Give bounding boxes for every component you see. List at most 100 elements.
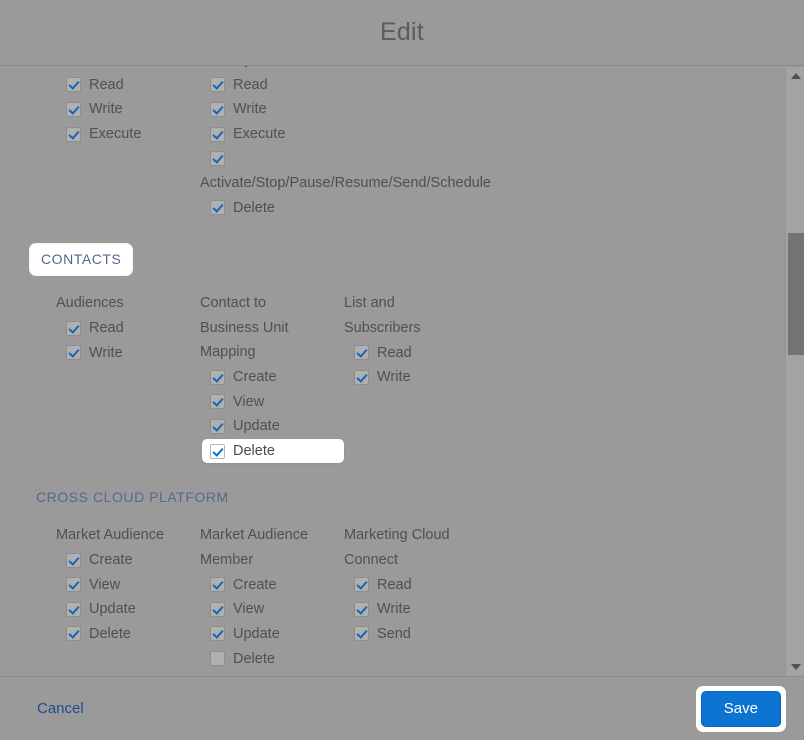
checkbox-journeys-write[interactable] bbox=[210, 101, 225, 117]
edit-permissions-modal: Edit Automations Read Write bbox=[0, 0, 804, 740]
column-header-list-and: List and bbox=[344, 295, 395, 312]
checkbox-mcc-write[interactable] bbox=[354, 601, 369, 617]
checkbox-row-market-audience-delete[interactable]: Delete bbox=[66, 622, 200, 647]
modal-footer: Cancel Save bbox=[0, 676, 804, 740]
checkbox-member-view[interactable] bbox=[210, 601, 225, 617]
column-automations: Automations Read Write Execute bbox=[56, 66, 200, 220]
checkbox-journeys-delete[interactable] bbox=[210, 200, 225, 216]
scrollbar-thumb[interactable] bbox=[788, 233, 804, 355]
column-header-member: Member bbox=[200, 551, 254, 568]
column-market-audience-member: Market Audience Member Create View Updat… bbox=[200, 523, 344, 671]
scroll-up-arrow-icon[interactable] bbox=[786, 67, 804, 85]
checkbox-row-member-delete[interactable]: Delete bbox=[210, 646, 344, 671]
cancel-button[interactable]: Cancel bbox=[18, 689, 103, 728]
scroll-down-arrow-icon[interactable] bbox=[786, 658, 804, 676]
checkbox-row-journeys-activate[interactable] bbox=[210, 146, 500, 171]
checkbox-label: Delete bbox=[233, 199, 275, 216]
checkbox-row-mapping-delete[interactable]: Delete bbox=[202, 438, 344, 464]
checkbox-row-mcc-read[interactable]: Read bbox=[354, 573, 488, 598]
checkbox-row-automations-write[interactable]: Write bbox=[66, 97, 200, 122]
checkbox-label: Create bbox=[233, 369, 277, 386]
vertical-scrollbar[interactable] bbox=[785, 67, 804, 676]
checkbox-mapping-create[interactable] bbox=[210, 369, 225, 385]
permissions-content: Automations Read Write Execute bbox=[0, 66, 786, 676]
checkbox-row-audiences-read[interactable]: Read bbox=[66, 316, 200, 341]
checkbox-row-list-read[interactable]: Read bbox=[354, 340, 488, 365]
checkbox-row-member-view[interactable]: View bbox=[210, 597, 344, 622]
checkbox-row-automations-execute[interactable]: Execute bbox=[66, 122, 200, 147]
checkbox-mapping-update[interactable] bbox=[210, 418, 225, 434]
checkbox-row-journeys-execute[interactable]: Execute bbox=[210, 122, 500, 147]
checkbox-label: Execute bbox=[233, 126, 286, 143]
column-contact-to-business-unit-mapping: Contact to Business Unit Mapping Create … bbox=[200, 291, 344, 464]
checkbox-row-member-create[interactable]: Create bbox=[210, 573, 344, 598]
checkbox-market-audience-create[interactable] bbox=[66, 552, 81, 568]
checkbox-mcc-send[interactable] bbox=[354, 626, 369, 642]
column-header-subscribers: Subscribers bbox=[344, 319, 421, 336]
checkbox-label: View bbox=[233, 601, 265, 618]
checkbox-row-journeys-delete[interactable]: Delete bbox=[210, 196, 500, 221]
checkbox-automations-write[interactable] bbox=[66, 101, 81, 117]
checkbox-member-update[interactable] bbox=[210, 626, 225, 642]
checkbox-label: Create bbox=[233, 576, 277, 593]
checkbox-row-audiences-write[interactable]: Write bbox=[66, 340, 200, 365]
columns-cross-cloud-platform: Market Audience Create View Update Delet… bbox=[0, 523, 786, 671]
checkbox-journeys-read[interactable] bbox=[210, 77, 225, 93]
checkbox-list-write[interactable] bbox=[354, 369, 369, 385]
checkbox-row-mcc-write[interactable]: Write bbox=[354, 597, 488, 622]
column-header-automations: Automations bbox=[56, 66, 200, 73]
section-header-cross-cloud-platform: CROSS CLOUD PLATFORM bbox=[36, 489, 229, 506]
checkbox-label: Delete bbox=[89, 625, 131, 642]
checkbox-label: Write bbox=[89, 101, 123, 118]
checkbox-row-automations-read[interactable]: Read bbox=[66, 73, 200, 98]
columns-contacts: Audiences Read Write Contact to Business… bbox=[0, 291, 786, 464]
checkbox-label: Write bbox=[377, 601, 411, 618]
checkbox-row-mapping-create[interactable]: Create bbox=[210, 365, 344, 390]
checkbox-journeys-activate[interactable] bbox=[210, 151, 225, 167]
section-header-contacts: CONTACTS bbox=[30, 244, 133, 276]
checkbox-label: Send bbox=[377, 625, 411, 642]
checkbox-row-mapping-update[interactable]: Update bbox=[210, 414, 344, 439]
checkbox-row-journeys-write[interactable]: Write bbox=[210, 97, 500, 122]
modal-body-scroll-region[interactable]: Automations Read Write Execute bbox=[0, 66, 804, 676]
checkbox-row-list-write[interactable]: Write bbox=[354, 365, 488, 390]
column-list-and-subscribers: List and Subscribers Read Write bbox=[344, 291, 488, 463]
checkbox-market-audience-delete[interactable] bbox=[66, 626, 81, 642]
checkbox-audiences-read[interactable] bbox=[66, 320, 81, 336]
checkbox-label-journeys-activate: Activate/Stop/Pause/Resume/Send/Schedule bbox=[200, 174, 491, 191]
checkbox-mcc-read[interactable] bbox=[354, 577, 369, 593]
checkbox-market-audience-view[interactable] bbox=[66, 577, 81, 593]
checkbox-label: Read bbox=[89, 76, 124, 93]
checkbox-row-mapping-view[interactable]: View bbox=[210, 390, 344, 415]
checkbox-row-mcc-send[interactable]: Send bbox=[354, 622, 488, 647]
checkbox-list-read[interactable] bbox=[354, 345, 369, 361]
checkbox-row-journeys-read[interactable]: Read bbox=[210, 73, 500, 98]
checkbox-row-market-audience-view[interactable]: View bbox=[66, 573, 200, 598]
checkbox-label: Read bbox=[377, 344, 412, 361]
checkbox-label: Read bbox=[89, 320, 124, 337]
checkbox-label: Create bbox=[89, 552, 133, 569]
checkbox-label: Update bbox=[89, 601, 136, 618]
checkbox-mapping-view[interactable] bbox=[210, 394, 225, 410]
checkbox-member-create[interactable] bbox=[210, 577, 225, 593]
section-cross-cloud-platform: CROSS CLOUD PLATFORM Market Audience Cre… bbox=[0, 487, 786, 671]
page-title: Edit bbox=[380, 18, 424, 46]
checkbox-row-member-update[interactable]: Update bbox=[210, 622, 344, 647]
checkbox-automations-execute[interactable] bbox=[66, 126, 81, 142]
checkbox-row-market-audience-create[interactable]: Create bbox=[66, 548, 200, 573]
checkbox-journeys-execute[interactable] bbox=[210, 126, 225, 142]
checkbox-audiences-write[interactable] bbox=[66, 345, 81, 361]
column-market-audience: Market Audience Create View Update Delet… bbox=[56, 523, 200, 671]
column-header-business-unit: Business Unit bbox=[200, 319, 289, 336]
checkbox-member-delete[interactable] bbox=[210, 651, 225, 667]
column-header-marketing-cloud: Marketing Cloud bbox=[344, 527, 450, 544]
checkbox-label: Execute bbox=[89, 126, 142, 143]
column-journeys: Journeys Read Write Execute bbox=[200, 66, 500, 220]
checkbox-market-audience-update[interactable] bbox=[66, 601, 81, 617]
checkbox-row-market-audience-update[interactable]: Update bbox=[66, 597, 200, 622]
checkbox-label: Delete bbox=[233, 443, 275, 460]
checkbox-label: Delete bbox=[233, 650, 275, 667]
save-button[interactable]: Save bbox=[700, 690, 781, 727]
checkbox-mapping-delete[interactable] bbox=[210, 443, 225, 459]
checkbox-automations-read[interactable] bbox=[66, 77, 81, 93]
